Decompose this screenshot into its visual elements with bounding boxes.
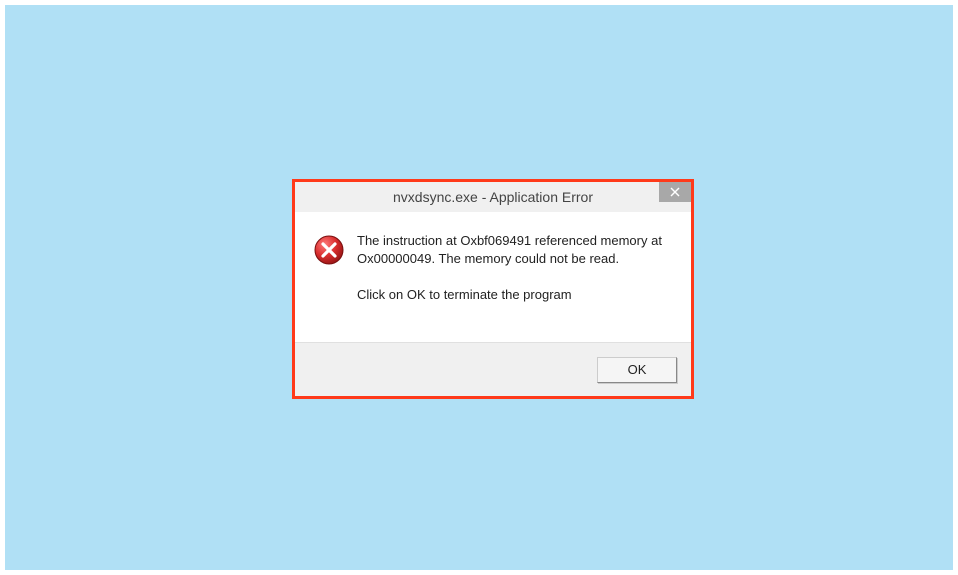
error-message-line2: Click on OK to terminate the program [357,286,673,304]
dialog-message: The instruction at Oxbf069491 referenced… [357,232,673,305]
close-button[interactable] [659,182,691,202]
error-message-line1: The instruction at Oxbf069491 referenced… [357,232,673,268]
dialog-body: The instruction at Oxbf069491 referenced… [295,212,691,342]
dialog-titlebar[interactable]: nvxdsync.exe - Application Error [295,182,691,212]
error-dialog: nvxdsync.exe - Application Error [292,179,694,399]
dialog-title: nvxdsync.exe - Application Error [393,189,593,205]
error-icon [313,234,345,266]
ok-button[interactable]: OK [597,357,677,383]
desktop-background: nvxdsync.exe - Application Error [5,5,953,570]
dialog-footer: OK [295,342,691,396]
close-icon [670,187,680,197]
